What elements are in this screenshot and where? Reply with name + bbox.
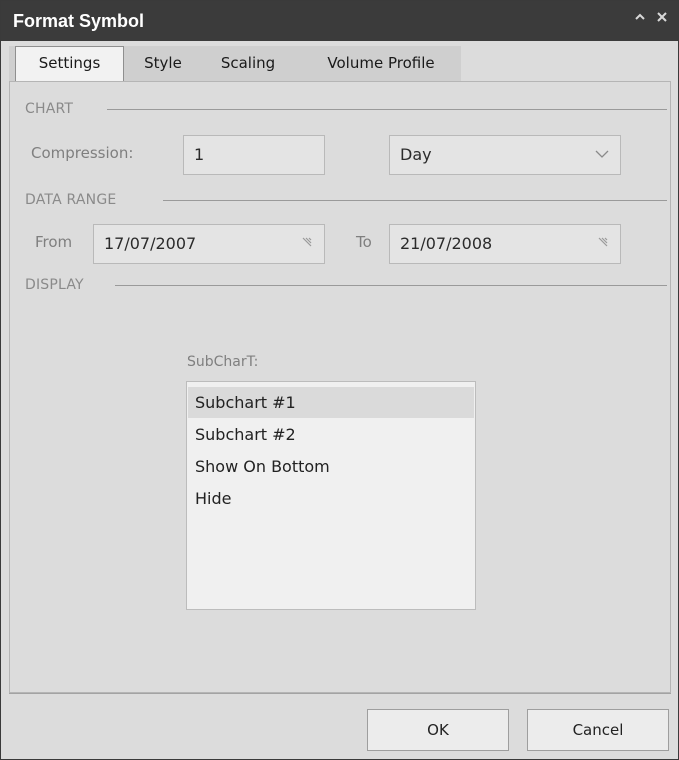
period-dropdown[interactable]: Day <box>389 135 621 175</box>
tab-volume-profile[interactable]: Volume Profile <box>311 46 451 81</box>
list-item-subchart-2[interactable]: Subchart #2 <box>188 419 474 450</box>
display-section-divider <box>115 285 667 286</box>
tab-bar: Settings Style Scaling Volume Profile <box>9 46 461 82</box>
footer-divider <box>9 693 671 694</box>
from-label: From <box>35 233 73 251</box>
close-icon[interactable] <box>653 10 671 28</box>
tab-settings[interactable]: Settings <box>15 46 124 82</box>
list-item-subchart-1[interactable]: Subchart #1 <box>188 387 474 418</box>
title-bar[interactable]: Format Symbol <box>1 1 678 41</box>
chart-section-divider <box>107 109 667 110</box>
from-date-field[interactable]: 17/07/2007 <box>93 224 325 264</box>
calendar-picker-icon[interactable] <box>594 235 610 251</box>
display-section-heading: DISPLAY <box>25 277 84 293</box>
to-date-value: 21/07/2008 <box>400 234 493 253</box>
tab-style[interactable]: Style <box>135 46 191 81</box>
period-value: Day <box>400 145 432 164</box>
list-item-show-on-bottom[interactable]: Show On Bottom <box>188 451 474 482</box>
chevron-up-icon[interactable] <box>631 10 649 28</box>
format-symbol-dialog: Format Symbol Settings Style Scaling Vol… <box>0 0 679 760</box>
to-date-field[interactable]: 21/07/2008 <box>389 224 621 264</box>
compression-input[interactable]: 1 <box>183 135 325 175</box>
data-range-section-divider <box>163 200 667 201</box>
from-date-value: 17/07/2007 <box>104 234 197 253</box>
tab-scaling[interactable]: Scaling <box>210 46 286 81</box>
dialog-title: Format Symbol <box>13 11 145 31</box>
ok-button[interactable]: OK <box>367 709 509 751</box>
chevron-down-icon[interactable] <box>594 146 610 162</box>
data-range-section-heading: DATA RANGE <box>25 192 117 208</box>
subchart-label: SubCharT: <box>187 354 259 370</box>
cancel-button[interactable]: Cancel <box>527 709 669 751</box>
chart-section-heading: CHART <box>25 101 74 117</box>
compression-label: Compression: <box>31 144 134 162</box>
subchart-listbox[interactable]: Subchart #1 Subchart #2 Show On Bottom H… <box>186 381 476 610</box>
calendar-picker-icon[interactable] <box>298 235 314 251</box>
list-item-hide[interactable]: Hide <box>188 483 474 514</box>
to-label: To <box>356 233 372 251</box>
